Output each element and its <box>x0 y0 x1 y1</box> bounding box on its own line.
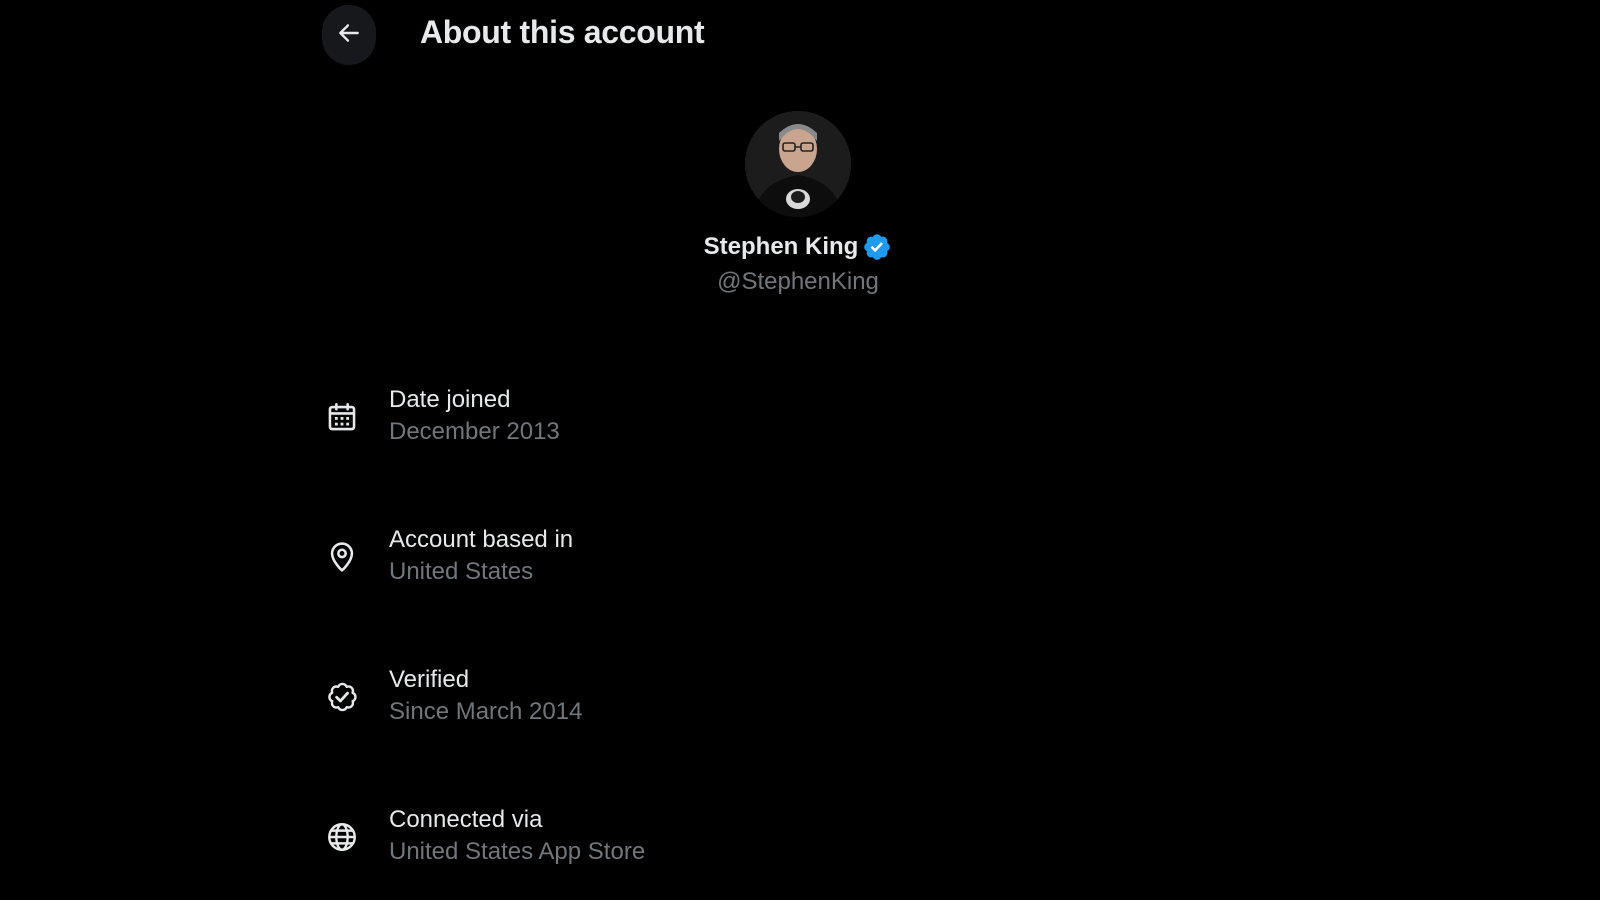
detail-value: December 2013 <box>389 418 560 445</box>
arrow-left-icon <box>336 20 362 51</box>
globe-icon <box>322 817 362 857</box>
detail-label: Connected via <box>389 806 543 833</box>
detail-connected-via: Connected via United States App Store <box>322 805 1022 869</box>
detail-date-joined: Date joined December 2013 <box>322 385 1022 449</box>
detail-account-based-in: Account based in United States <box>322 525 1022 589</box>
verified-badge-icon <box>862 232 892 262</box>
verified-outline-icon <box>322 677 362 717</box>
page-title: About this account <box>420 14 705 50</box>
location-pin-icon <box>322 537 362 577</box>
about-account-page: About this account Stephen King @Stephen… <box>0 0 1600 900</box>
avatar[interactable] <box>745 111 851 217</box>
handle: @StephenKing <box>717 268 879 295</box>
detail-value: Since March 2014 <box>389 698 583 725</box>
detail-verified: Verified Since March 2014 <box>322 665 1022 729</box>
detail-label: Verified <box>389 666 470 693</box>
detail-label: Date joined <box>389 386 511 413</box>
account-details-list: Date joined December 2013 Account based … <box>322 385 1022 900</box>
detail-value: United States <box>389 558 534 585</box>
display-name: Stephen King <box>703 233 859 260</box>
detail-value: United States App Store <box>389 838 646 865</box>
display-name-row: Stephen King <box>600 232 996 262</box>
back-button[interactable] <box>322 5 376 65</box>
detail-label: Account based in <box>389 526 574 553</box>
calendar-icon <box>322 397 362 437</box>
